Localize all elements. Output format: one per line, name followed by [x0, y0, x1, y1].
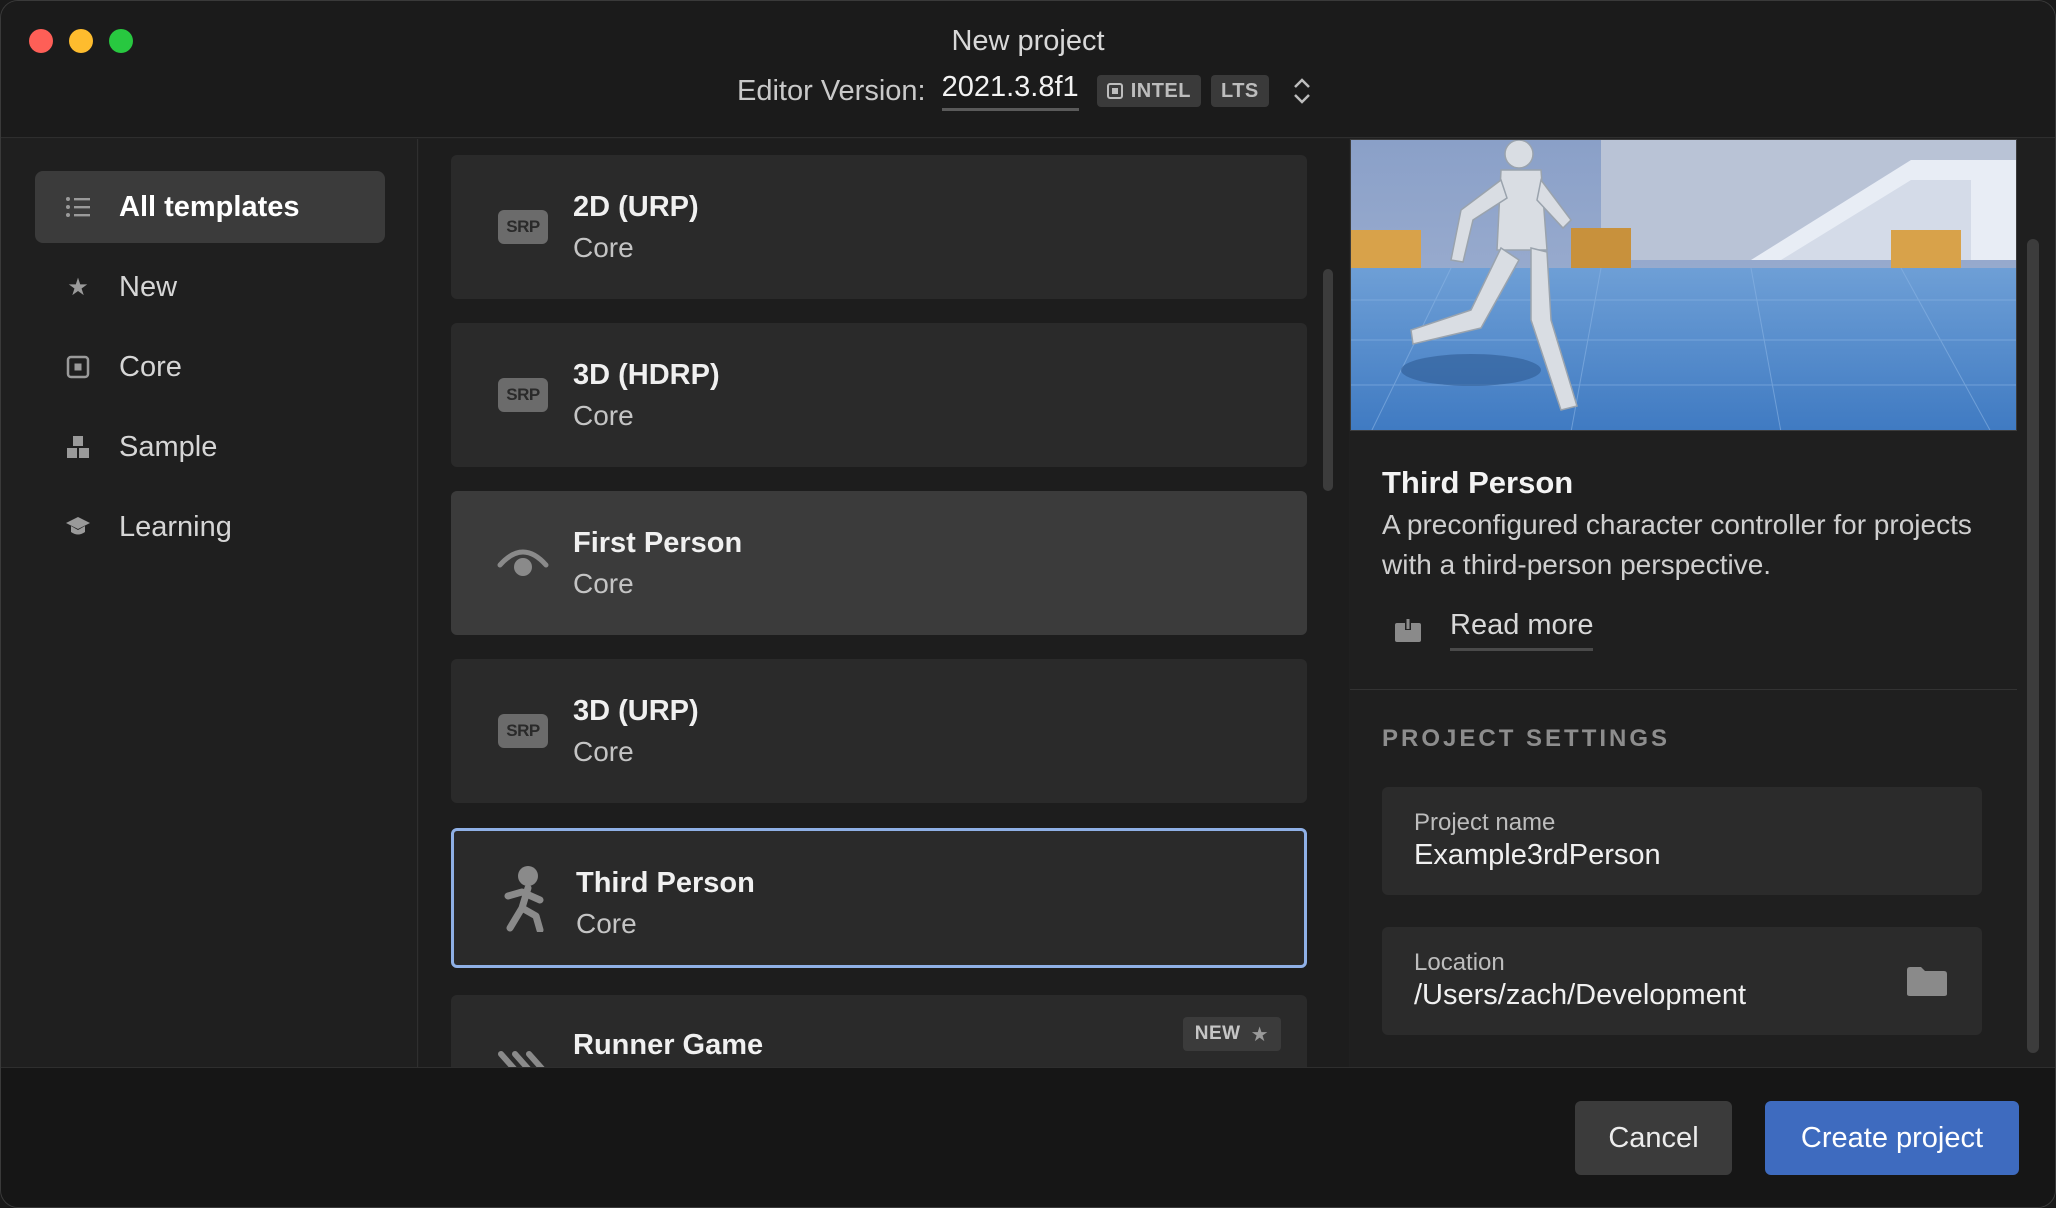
template-card-3d-urp[interactable]: SRP 3D (URP) Core	[451, 659, 1307, 803]
template-card-first-person[interactable]: First Person Core	[451, 491, 1307, 635]
detail-title: Third Person	[1382, 465, 1574, 500]
template-list-scrollbar[interactable]	[1323, 269, 1333, 491]
template-card-third-person[interactable]: Third Person Core	[451, 828, 1307, 968]
cpu-chip-icon	[1106, 83, 1123, 99]
new-badge-label: NEW	[1194, 1023, 1241, 1044]
template-list: SRP 2D (URP) Core SRP 3D (HDRP) Core Fir…	[419, 139, 1349, 1067]
list-icon	[65, 194, 91, 220]
sample-icon	[65, 434, 91, 460]
location-label: Location	[1414, 949, 1505, 976]
eye-icon	[497, 537, 549, 589]
sidebar-item-label: Core	[119, 350, 182, 383]
window-title: New project	[951, 25, 1105, 57]
package-icon	[1394, 617, 1422, 643]
template-title: 3D (HDRP)	[573, 359, 720, 391]
sidebar-item-label: Sample	[119, 430, 218, 463]
template-category: Core	[576, 908, 637, 939]
template-category: Core	[573, 568, 634, 599]
detail-scrollbar[interactable]	[2027, 239, 2039, 1053]
star-icon: ★	[1250, 1023, 1269, 1046]
sidebar-item-label: Learning	[119, 510, 232, 543]
cancel-button[interactable]: Cancel	[1575, 1101, 1732, 1175]
detail-description: A preconfigured character controller for…	[1382, 509, 1972, 580]
template-title: Runner Game	[573, 1029, 764, 1061]
graduation-cap-icon	[65, 514, 91, 540]
template-title: Third Person	[576, 867, 755, 899]
project-name-input[interactable]: Example3rdPerson	[1414, 839, 1661, 872]
create-project-button[interactable]: Create project	[1765, 1101, 2019, 1175]
sidebar-item-learning[interactable]: Learning	[35, 491, 385, 563]
editor-version-row: Editor Version: 2021.3.8f1 INTEL LTS	[737, 71, 1315, 111]
sidebar-item-all-templates[interactable]: All templates	[35, 171, 385, 243]
template-title: 3D (URP)	[573, 695, 699, 727]
arch-badge-label: INTEL	[1130, 79, 1191, 102]
template-detail-panel: Third Person A preconfigured character c…	[1350, 139, 2055, 1067]
srp-icon: SRP	[497, 369, 549, 421]
core-icon	[65, 354, 91, 380]
sidebar-item-label: All templates	[119, 190, 300, 223]
srp-icon: SRP	[497, 201, 549, 253]
template-card-runner-game[interactable]: Runner Game NEW ★	[451, 995, 1307, 1067]
divider	[1350, 689, 2017, 690]
location-field[interactable]: Location /Users/zach/Development	[1382, 927, 1982, 1035]
lts-badge: LTS	[1210, 75, 1269, 107]
template-title: 2D (URP)	[573, 191, 699, 223]
editor-version-label: Editor Version:	[737, 74, 926, 107]
runner-icon	[497, 1039, 549, 1067]
template-preview-image	[1350, 139, 2017, 431]
template-category-sidebar: All templates ★ New Core Sample Learning	[1, 139, 418, 1067]
template-card-2d-urp[interactable]: SRP 2D (URP) Core	[451, 155, 1307, 299]
project-settings-heading: PROJECT SETTINGS	[1382, 725, 1671, 752]
template-category: Core	[573, 232, 634, 263]
sidebar-item-core[interactable]: Core	[35, 331, 385, 403]
sidebar-item-sample[interactable]: Sample	[35, 411, 385, 483]
version-stepper-icon[interactable]	[1289, 71, 1315, 111]
new-project-window: New project Editor Version: 2021.3.8f1 I…	[0, 0, 2056, 1208]
new-badge: NEW ★	[1182, 1017, 1281, 1051]
arch-badge: INTEL	[1096, 75, 1201, 107]
sidebar-item-new[interactable]: ★ New	[35, 251, 385, 323]
running-person-icon	[500, 866, 552, 932]
location-input[interactable]: /Users/zach/Development	[1414, 979, 1746, 1012]
read-more-label: Read more	[1450, 609, 1594, 651]
template-card-3d-hdrp[interactable]: SRP 3D (HDRP) Core	[451, 323, 1307, 467]
template-title: First Person	[573, 527, 743, 559]
folder-icon[interactable]	[1906, 965, 1948, 997]
dialog-footer: Cancel Create project	[1, 1067, 2055, 1207]
editor-version-select[interactable]: 2021.3.8f1	[941, 71, 1079, 111]
project-name-label: Project name	[1414, 809, 1556, 836]
star-icon: ★	[67, 273, 89, 301]
template-category: Core	[573, 400, 634, 431]
template-category: Core	[573, 736, 634, 767]
read-more-link[interactable]: Read more	[1394, 609, 1594, 651]
project-name-field[interactable]: Project name Example3rdPerson	[1382, 787, 1982, 895]
sidebar-item-label: New	[119, 270, 178, 303]
title-bar: New project Editor Version: 2021.3.8f1 I…	[1, 1, 2055, 138]
srp-icon: SRP	[497, 705, 549, 757]
